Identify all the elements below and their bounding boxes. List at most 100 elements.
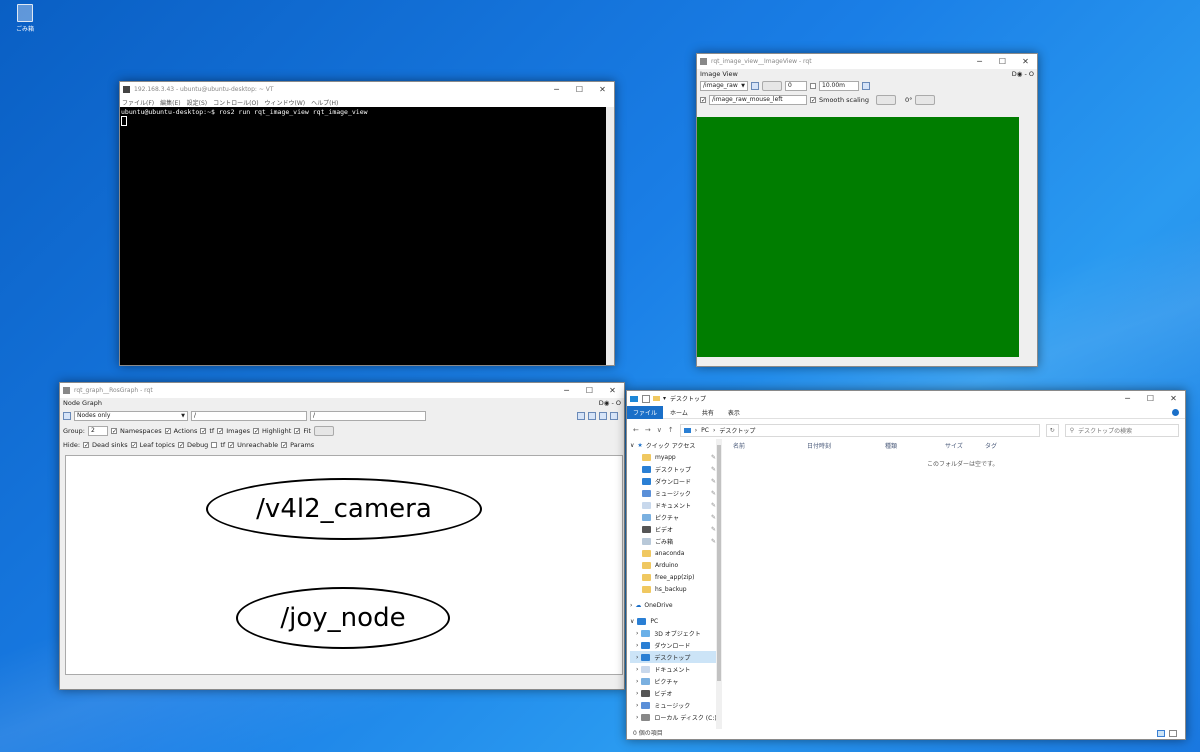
maximize-button[interactable]: ☐	[578, 383, 601, 398]
zoom-button[interactable]	[762, 81, 782, 91]
graph-titlebar[interactable]: rqt_graph__RosGraph - rqt ─ ☐ ✕	[60, 383, 624, 398]
nav-item[interactable]: ドキュメント ✎	[630, 499, 720, 511]
rotate-right-button[interactable]	[915, 95, 936, 105]
ribbon-tab-file[interactable]: ファイル	[627, 405, 664, 419]
minimize-button[interactable]: ─	[555, 383, 578, 398]
details-view-icon[interactable]	[1157, 730, 1165, 737]
terminal-output[interactable]: ubuntu@ubuntu-desktop:~$ ros2 run rqt_im…	[120, 107, 606, 365]
max-range-spinbox[interactable]: 10.00m	[819, 81, 859, 91]
nav-item[interactable]: › ダウンロード	[630, 639, 720, 651]
rotate-left-button[interactable]	[875, 95, 896, 105]
explorer-window[interactable]: ▾ デスクトップ ─ ☐ ✕ ファイル ホーム 共有 表示 ← → ∨ ↑ › …	[626, 390, 1186, 740]
menu-edit[interactable]: 編集(E)	[160, 98, 180, 107]
load-icon[interactable]	[577, 412, 585, 420]
nav-item[interactable]: › ミュージック	[630, 699, 720, 711]
column-size[interactable]: サイズ	[945, 441, 963, 450]
column-tag[interactable]: タグ	[985, 441, 997, 450]
nav-item[interactable]: hs_backup	[630, 583, 720, 595]
ribbon-tab-share[interactable]: 共有	[695, 408, 721, 417]
back-arrow-icon[interactable]: ←	[633, 426, 639, 434]
search-input[interactable]: ⚲ デスクトップの検索	[1064, 423, 1179, 437]
nav-item[interactable]: › 3D オブジェクト	[630, 627, 720, 639]
nav-item[interactable]: Arduino	[630, 559, 720, 571]
tf-checkbox[interactable]: ✓	[200, 428, 206, 435]
dynamic-range-checkbox[interactable]	[810, 83, 816, 89]
mouse-topic-input[interactable]: /image_raw_mouse_left	[709, 95, 807, 105]
quick-toolbar-icon[interactable]	[642, 394, 650, 403]
group-spinbox[interactable]: 2	[87, 426, 108, 436]
nav-item[interactable]: ごみ箱 ✎	[630, 535, 720, 547]
close-button[interactable]: ✕	[1014, 54, 1037, 69]
column-date[interactable]: 日付時刻	[807, 441, 831, 450]
menu-control[interactable]: コントロール(O)	[213, 98, 258, 107]
close-button[interactable]: ✕	[591, 82, 614, 97]
hide-tf-checkbox[interactable]	[211, 442, 218, 448]
save-svg-icon[interactable]	[599, 412, 607, 420]
dead-sinks-checkbox[interactable]: ✓	[83, 442, 89, 449]
nav-item[interactable]: › ピクチャ	[630, 675, 720, 687]
images-checkbox[interactable]: ✓	[217, 428, 223, 435]
smooth-scaling-checkbox[interactable]: ✓	[810, 97, 816, 104]
nav-item[interactable]: anaconda	[630, 547, 720, 559]
menu-file[interactable]: ファイル(F)	[122, 98, 154, 107]
topic-combo[interactable]: /image_raw ▼	[700, 81, 748, 91]
plugin-controls[interactable]: D◉ - O	[1012, 70, 1034, 78]
refresh-icon[interactable]	[63, 412, 71, 420]
menu-help[interactable]: ヘルプ(H)	[311, 98, 338, 107]
nav-scrollbar[interactable]	[716, 439, 722, 729]
graph-mode-combo[interactable]: Nodes only ▼	[74, 411, 188, 421]
image-view-window[interactable]: rqt_image_view__ImageView - rqt ─ ☐ ✕ Im…	[696, 53, 1038, 367]
mouse-publish-checkbox[interactable]: ✓	[700, 97, 706, 104]
graph-window[interactable]: rqt_graph__RosGraph - rqt ─ ☐ ✕ Node Gra…	[59, 382, 625, 690]
maximize-button[interactable]: ☐	[1139, 391, 1162, 406]
up-arrow-icon[interactable]: ↑	[668, 426, 674, 434]
nav-item[interactable]: myapp ✎	[630, 451, 720, 463]
unreachable-checkbox[interactable]: ✓	[228, 442, 234, 449]
nav-scrollbar-thumb[interactable]	[717, 445, 721, 681]
refresh-icon[interactable]	[751, 82, 759, 90]
close-button[interactable]: ✕	[1162, 391, 1185, 406]
image-display[interactable]	[697, 117, 1019, 357]
breadcrumb-pc[interactable]: PC	[701, 427, 709, 434]
breadcrumb-desktop[interactable]: デスクトップ	[719, 426, 755, 435]
save-icon[interactable]	[862, 82, 870, 90]
column-name[interactable]: 名前	[733, 441, 745, 450]
graph-canvas[interactable]: /v4l2_camera /joy_node	[65, 455, 623, 675]
leaf-topics-checkbox[interactable]: ✓	[130, 442, 137, 449]
minimize-button[interactable]: ─	[1116, 391, 1139, 406]
refresh-icon[interactable]: ↻	[1045, 423, 1059, 437]
recycle-bin-shortcut[interactable]: ごみ箱	[10, 4, 40, 33]
minimize-button[interactable]: ─	[968, 54, 991, 69]
ribbon-tab-view[interactable]: 表示	[721, 408, 747, 417]
nav-item-selected[interactable]: › デスクトップ	[630, 651, 720, 663]
nav-item[interactable]: › ドキュメント	[630, 663, 720, 675]
recent-chevron-icon[interactable]: ∨	[657, 426, 662, 434]
nav-pane[interactable]: ∨ ★ クイック アクセス myapp ✎ デスクトップ ✎ ダウンロード ✎ ミュージッ…	[627, 439, 720, 729]
nav-onedrive[interactable]: › ☁ OneDrive	[630, 599, 720, 611]
nav-item[interactable]: › ローカル ディスク (C:)	[630, 711, 720, 723]
namespaces-checkbox[interactable]: ✓	[110, 428, 117, 435]
help-icon[interactable]	[1172, 408, 1179, 416]
save-image-icon[interactable]	[610, 412, 618, 420]
nav-item[interactable]: ダウンロード ✎	[630, 475, 720, 487]
fit-checkbox[interactable]: ✓	[294, 428, 300, 435]
column-type[interactable]: 種類	[885, 441, 897, 450]
nav-item[interactable]: ピクチャ ✎	[630, 511, 720, 523]
min-spinbox[interactable]: 0	[785, 81, 807, 91]
large-icons-view-icon[interactable]	[1169, 730, 1177, 737]
save-dot-icon[interactable]	[588, 412, 596, 420]
terminal-scrollbar[interactable]	[606, 107, 614, 365]
plugin-controls[interactable]: D◉ - O	[599, 399, 621, 407]
nav-item[interactable]: free_app(zip)	[630, 571, 720, 583]
close-button[interactable]: ✕	[601, 383, 624, 398]
maximize-button[interactable]: ☐	[991, 54, 1014, 69]
ribbon-tab-home[interactable]: ホーム	[663, 408, 695, 417]
debug-checkbox[interactable]: ✓	[177, 442, 184, 449]
actions-checkbox[interactable]: ✓	[164, 428, 171, 435]
nav-pc[interactable]: ∨ PC	[630, 615, 720, 627]
graph-node-v4l2-camera[interactable]: /v4l2_camera	[206, 478, 482, 540]
params-checkbox[interactable]: ✓	[281, 442, 287, 449]
terminal-titlebar[interactable]: 192.168.3.43 - ubuntu@ubuntu-desktop: ~ …	[120, 82, 614, 97]
menu-window[interactable]: ウィンドウ(W)	[265, 98, 306, 107]
nav-quick-access[interactable]: ∨ ★ クイック アクセス	[630, 439, 720, 451]
